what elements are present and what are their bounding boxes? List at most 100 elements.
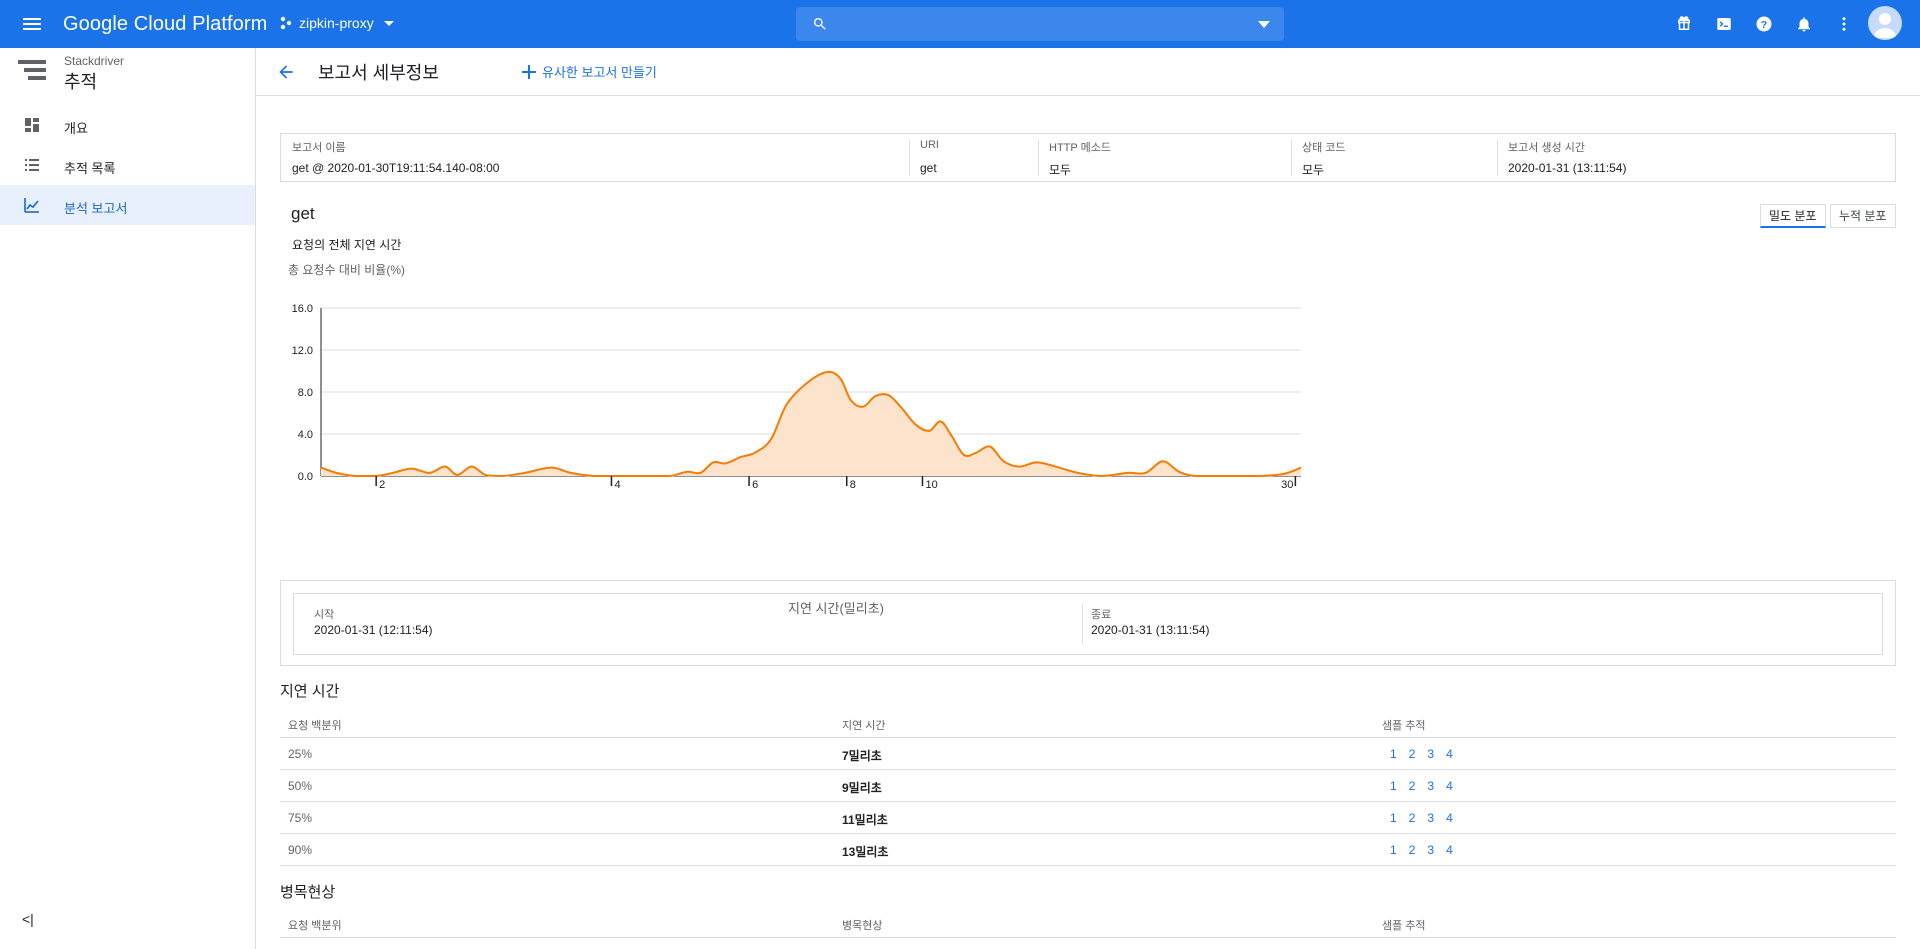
x-tick-label: 6 (752, 479, 758, 491)
info-http-method: HTTP 메소드 모두 (1038, 134, 1291, 181)
latency-area (321, 371, 1301, 476)
info-created-time: 보고서 생성 시간 2020-01-31 (13:11:54) (1497, 134, 1887, 181)
sample-trace-link[interactable]: 4 (1446, 811, 1453, 825)
collapse-sidebar-button[interactable]: <| (22, 911, 34, 927)
dashboard-icon (25, 118, 39, 132)
create-similar-report-button[interactable]: 유사한 보고서 만들기 (522, 62, 657, 81)
sidebar-item-label: 개요 (64, 121, 88, 136)
info-label: 보고서 생성 시간 (1508, 142, 1585, 154)
chart-title: 요청의 전체 지연 시간 (292, 238, 402, 252)
y-axis-ticks: 0.0 4.0 8.0 12.0 16.0 (292, 303, 313, 483)
sample-trace-link[interactable]: 3 (1427, 811, 1434, 825)
sidebar-item-overview[interactable]: 개요 (0, 105, 255, 145)
sample-trace-link[interactable]: 3 (1427, 779, 1434, 793)
search-icon (813, 18, 826, 30)
table-header: 요청 백분위 병목현상 샘플 추적 (280, 906, 1896, 938)
product-subtitle: Stackdriver (64, 54, 125, 68)
sample-trace-link[interactable]: 1 (1390, 779, 1397, 793)
main-content: 보고서 세부정보 유사한 보고서 만들기 보고서 이름 get @ 2020-0… (256, 48, 1920, 949)
list-icon (25, 159, 39, 171)
help-icon[interactable]: ? (1752, 12, 1776, 36)
latency-section-title: 지연 시간 (280, 683, 340, 700)
y-tick-label: 12.0 (292, 345, 313, 357)
latency-cell: 9밀리초 (842, 781, 882, 795)
percentile-cell: 25% (288, 747, 313, 761)
sample-trace-link[interactable]: 3 (1427, 747, 1434, 761)
menu-icon[interactable] (20, 12, 44, 36)
bottleneck-section-title: 병목현상 (280, 884, 336, 901)
x-tick-label: 2 (379, 479, 385, 491)
sample-trace-link[interactable]: 4 (1446, 747, 1453, 761)
sample-trace-link[interactable]: 1 (1390, 747, 1397, 761)
search-input[interactable] (840, 13, 1240, 35)
sample-trace-link[interactable]: 3 (1427, 843, 1434, 857)
latency-distribution-chart: 0.04.08.012.016.0 2 4 6 8 10 30 지연 시간(밀리초) (292, 303, 1302, 616)
column-header: 지연 시간 (842, 720, 886, 732)
chevron-down-icon (383, 21, 394, 26)
brand-title[interactable]: Google Cloud Platform (63, 13, 267, 36)
info-uri: URI get (909, 134, 1038, 181)
column-header: 샘플 추적 (1382, 920, 1426, 932)
sidebar: Stackdriver 추적 개요 추적 목록 분석 보고서 <| (0, 48, 256, 949)
percentile-cell: 75% (288, 811, 313, 825)
table-row: 75% 11밀리초 1234 (280, 802, 1896, 834)
sample-trace-link[interactable]: 2 (1409, 747, 1416, 761)
column-header: 병목현상 (842, 920, 883, 932)
sidebar-item-analysis-reports[interactable]: 분석 보고서 (0, 185, 255, 225)
info-report-name: 보고서 이름 get @ 2020-01-30T19:11:54.140-08:… (281, 134, 909, 181)
create-similar-report-label: 유사한 보고서 만들기 (542, 65, 657, 80)
x-tick-label: 4 (614, 479, 620, 491)
back-arrow-icon[interactable] (276, 62, 296, 82)
report-info-bar: 보고서 이름 get @ 2020-01-30T19:11:54.140-08:… (280, 133, 1896, 182)
sample-trace-link[interactable]: 2 (1409, 811, 1416, 825)
end-label: 종료 (1091, 609, 1112, 621)
info-value: 2020-01-31 (13:11:54) (1508, 161, 1627, 175)
sample-trace-link[interactable]: 1 (1390, 843, 1397, 857)
y-tick-label: 0.0 (298, 471, 313, 483)
sample-traces-cell: 1234 (1390, 811, 1465, 825)
table-row: 90% 13밀리초 1234 (280, 834, 1896, 866)
account-avatar[interactable] (1868, 6, 1902, 40)
start-value: 2020-01-31 (12:11:54) (314, 623, 433, 637)
cloud-shell-icon[interactable] (1712, 12, 1736, 36)
sidebar-item-label: 추적 목록 (64, 161, 116, 176)
sidebar-item-label: 분석 보고서 (64, 201, 128, 216)
latency-table: 요청 백분위 지연 시간 샘플 추적 25% 7밀리초 1234 50% 9밀리… (280, 706, 1896, 866)
project-icon (280, 16, 292, 30)
column-header: 샘플 추적 (1382, 720, 1426, 732)
info-label: URI (920, 139, 939, 151)
page-title: 보고서 세부정보 (318, 63, 439, 83)
sample-traces-cell: 1234 (1390, 747, 1465, 761)
cumulative-distribution-toggle[interactable]: 누적 분포 (1830, 204, 1896, 228)
table-row: 50% 9밀리초 1234 (280, 770, 1896, 802)
page-header: 보고서 세부정보 유사한 보고서 만들기 (256, 48, 1920, 96)
divider (1082, 604, 1083, 644)
sample-trace-link[interactable]: 4 (1446, 843, 1453, 857)
info-value: get (920, 161, 937, 175)
sample-trace-link[interactable]: 2 (1409, 843, 1416, 857)
bottleneck-table: 요청 백분위 병목현상 샘플 추적 (280, 906, 1896, 938)
sidebar-nav: 개요 추적 목록 분석 보고서 (0, 105, 255, 225)
analytics-icon (24, 198, 39, 213)
more-vert-icon[interactable] (1832, 12, 1856, 36)
sample-traces-cell: 1234 (1390, 843, 1465, 857)
sample-trace-link[interactable]: 4 (1446, 779, 1453, 793)
project-selector[interactable]: zipkin-proxy (279, 14, 398, 32)
notifications-icon[interactable] (1792, 12, 1816, 36)
info-label: 보고서 이름 (292, 142, 346, 154)
gift-icon[interactable] (1672, 12, 1696, 36)
x-axis-ticks: 2 4 6 8 10 30 (375, 476, 1297, 491)
density-distribution-toggle[interactable]: 밀도 분포 (1760, 204, 1826, 228)
sidebar-item-trace-list[interactable]: 추적 목록 (0, 145, 255, 185)
sample-trace-link[interactable]: 2 (1409, 779, 1416, 793)
latency-cell: 13밀리초 (842, 845, 889, 859)
percentile-cell: 90% (288, 843, 313, 857)
search-dropdown-icon[interactable] (1258, 21, 1270, 29)
y-tick-label: 8.0 (298, 387, 313, 399)
x-tick-label: 10 (925, 479, 937, 491)
svg-text:?: ? (1761, 19, 1767, 31)
search-bar[interactable] (796, 7, 1284, 41)
x-tick-label: 30 (1281, 479, 1293, 491)
info-value: 모두 (1049, 163, 1072, 177)
sample-trace-link[interactable]: 1 (1390, 811, 1397, 825)
